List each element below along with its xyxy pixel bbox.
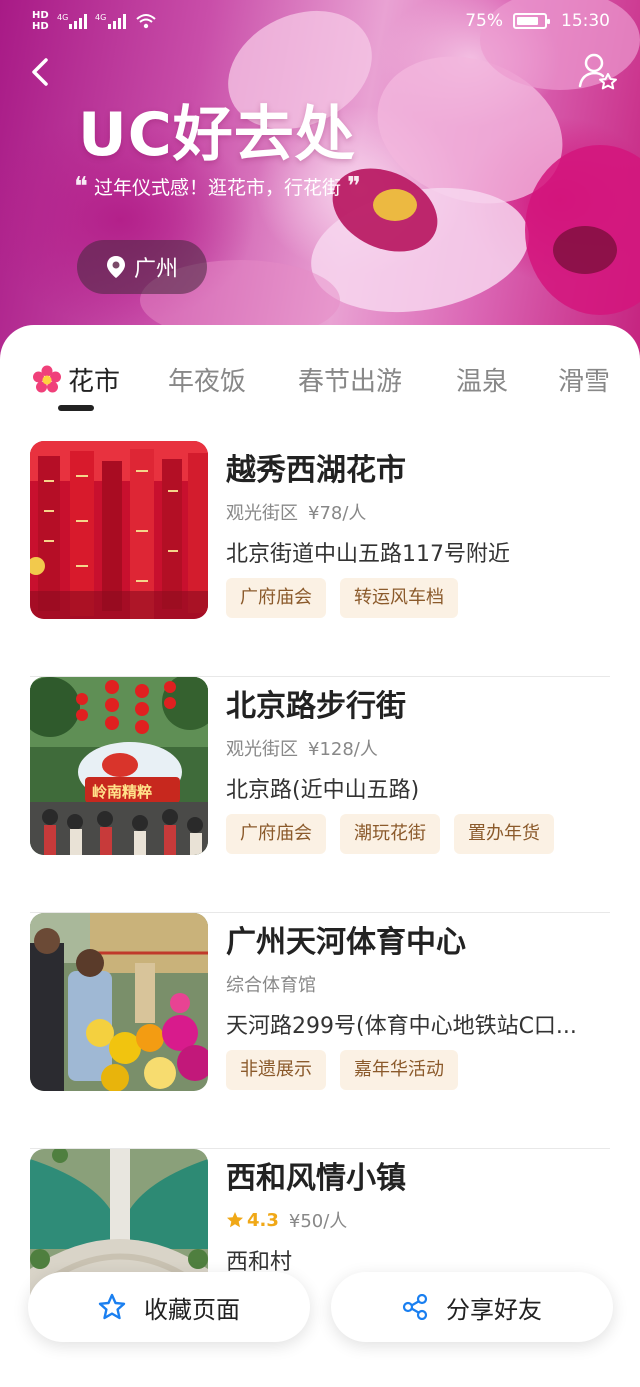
place-meta: 4.3 ¥50/人 [226, 1207, 347, 1233]
user-favorite-button[interactable] [576, 50, 618, 92]
star-outline-icon [98, 1293, 126, 1320]
signal-bars-icon-2: 4G [95, 13, 126, 29]
place-address: 北京街道中山五路117号附近 [226, 542, 510, 567]
place-tag: 广府庙会 [226, 578, 326, 618]
favorite-page-button[interactable]: 收藏页面 [28, 1272, 310, 1342]
tab-label: 花市 [68, 367, 121, 397]
open-quote-icon: ❝ [74, 171, 88, 202]
place-tag: 非遗展示 [226, 1050, 326, 1090]
place-name: 越秀西湖花市 [226, 453, 406, 488]
list-item[interactable]: 岭南精粹 北京路步行街 观光街区 ¥128/人 北京路(近中山五路) 广府庙会 … [30, 677, 610, 913]
favorite-label: 收藏页面 [144, 1295, 240, 1324]
rating-value: 4.3 [247, 1209, 279, 1231]
category-tabs: 花市 年夜饭 春节出游 温泉 滑雪 [0, 361, 640, 417]
place-thumbnail [30, 441, 208, 619]
place-tag: 潮玩花街 [340, 814, 440, 854]
arch-sign-text: 岭南精粹 [92, 783, 152, 801]
page-title: UC好去处 [78, 100, 356, 170]
share-label: 分享好友 [446, 1295, 542, 1324]
battery-icon [513, 13, 550, 29]
place-price: ¥78/人 [308, 503, 367, 524]
share-icon [402, 1294, 428, 1320]
tab-flower-market[interactable]: 花市 [32, 361, 120, 398]
place-price: ¥128/人 [308, 739, 378, 760]
place-tag: 嘉年华活动 [340, 1050, 458, 1090]
hero-banner: HD HD 4G 4G 75% 15:30 UC好去处 ❝ 过年仪式感！逛花市，… [0, 0, 640, 360]
place-tag: 转运风车档 [340, 578, 458, 618]
place-category: 观光街区 [226, 503, 298, 524]
location-selector[interactable]: 广州 [77, 240, 207, 294]
place-thumbnail [30, 913, 208, 1091]
place-tag: 置办年货 [454, 814, 554, 854]
svg-text:4G: 4G [57, 13, 68, 22]
location-pin-icon [106, 256, 125, 278]
place-category: 观光街区 [226, 739, 298, 760]
place-address: 天河路299号(体育中心地铁站C口... [226, 1014, 577, 1039]
place-address: 北京路(近中山五路) [226, 778, 420, 803]
share-friends-button[interactable]: 分享好友 [331, 1272, 613, 1342]
battery-percent: 75% [465, 11, 503, 31]
signal-bars-icon: 4G [57, 13, 87, 29]
flower-icon [33, 365, 61, 392]
back-button[interactable] [22, 52, 62, 92]
page-subtitle: 过年仪式感！逛花市，行花街 [94, 177, 342, 199]
place-name: 西和风情小镇 [226, 1161, 406, 1196]
back-icon [32, 58, 48, 86]
signal-indicator: HD HD [32, 10, 49, 32]
place-thumbnail: 岭南精粹 [30, 677, 208, 855]
status-bar: HD HD 4G 4G 75% 15:30 [0, 0, 640, 44]
place-name: 北京路步行街 [226, 689, 406, 724]
page-subtitle-row: ❝ 过年仪式感！逛花市，行花街 ❞ [74, 173, 361, 200]
list-item[interactable]: 越秀西湖花市 观光街区 ¥78/人 北京街道中山五路117号附近 广府庙会 转运… [30, 441, 610, 677]
clock: 15:30 [561, 11, 610, 31]
tab-spring-travel[interactable]: 春节出游 [298, 361, 402, 398]
content-panel: 花市 年夜饭 春节出游 温泉 滑雪 越秀西湖花市 观光街区 ¥78/人 北京街道… [0, 325, 640, 1387]
star-icon [227, 1212, 243, 1228]
close-quote-icon: ❞ [347, 171, 362, 202]
place-tags: 非遗展示 嘉年华活动 [226, 1050, 458, 1090]
place-meta: 观光街区 ¥78/人 [226, 499, 366, 525]
place-price: ¥50/人 [288, 1211, 348, 1232]
place-list: 越秀西湖花市 观光街区 ¥78/人 北京街道中山五路117号附近 广府庙会 转运… [30, 441, 610, 1385]
tab-skiing[interactable]: 滑雪 [558, 361, 610, 398]
tab-new-year-dinner[interactable]: 年夜饭 [168, 361, 246, 398]
tab-hot-spring[interactable]: 温泉 [456, 361, 508, 398]
svg-text:4G: 4G [95, 13, 106, 22]
user-star-icon [578, 53, 617, 90]
place-category: 综合体育馆 [226, 975, 316, 996]
place-tags: 广府庙会 潮玩花街 置办年货 [226, 814, 554, 854]
place-meta: 综合体育馆 [226, 971, 316, 997]
place-rating: 4.3 [226, 1210, 279, 1231]
place-meta: 观光街区 ¥128/人 [226, 735, 378, 761]
location-label: 广州 [133, 257, 178, 282]
list-item[interactable]: 西和风情小镇 4.3 ¥50/人 西和村 [30, 1149, 610, 1385]
active-tab-indicator [58, 405, 94, 411]
place-name: 广州天河体育中心 [226, 925, 466, 960]
wifi-icon [136, 14, 156, 29]
place-tags: 广府庙会 转运风车档 [226, 578, 458, 618]
place-tag: 广府庙会 [226, 814, 326, 854]
list-item[interactable]: 广州天河体育中心 综合体育馆 天河路299号(体育中心地铁站C口... 非遗展示… [30, 913, 610, 1149]
